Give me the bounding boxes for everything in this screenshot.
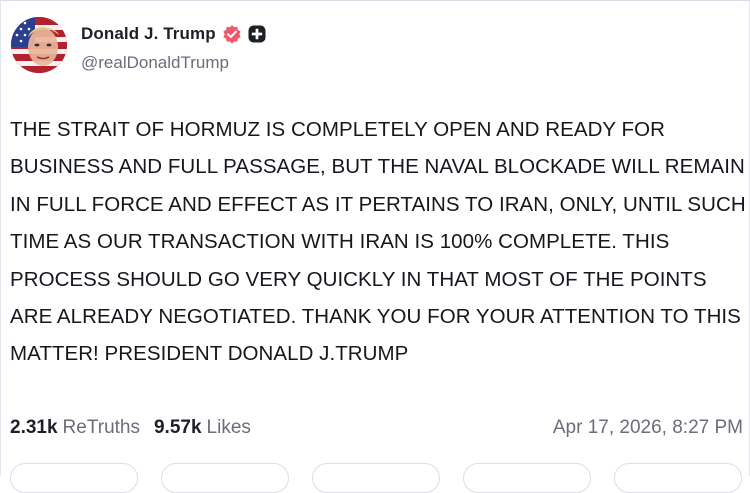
retruths-label: ReTruths bbox=[62, 417, 140, 438]
verified-badge-icon bbox=[222, 24, 242, 44]
action-bar bbox=[1, 463, 750, 493]
plus-badge-icon bbox=[248, 25, 266, 43]
avatar-image bbox=[11, 17, 67, 73]
author-name-row: Donald J. Trump bbox=[81, 21, 266, 47]
post-stats: 2.31k ReTruths 9.57k Likes bbox=[10, 417, 251, 439]
post-card: Donald J. Trump @realDonaldTrump THE STR… bbox=[0, 0, 750, 493]
likes-label: Likes bbox=[206, 417, 251, 438]
share-button[interactable] bbox=[463, 463, 591, 493]
more-button[interactable] bbox=[614, 463, 742, 493]
likes-stat[interactable]: 9.57k Likes bbox=[154, 417, 251, 439]
likes-count: 9.57k bbox=[153, 417, 202, 438]
reply-button[interactable] bbox=[10, 463, 138, 493]
like-button[interactable] bbox=[312, 463, 440, 493]
author-handle[interactable]: @realDonaldTrump bbox=[81, 53, 229, 73]
retruth-button[interactable] bbox=[161, 463, 289, 493]
retruths-stat[interactable]: 2.31k ReTruths bbox=[10, 417, 140, 439]
author-display-name[interactable]: Donald J. Trump bbox=[81, 24, 216, 44]
retruths-count: 2.31k bbox=[10, 417, 58, 438]
post-timestamp[interactable]: Apr 17, 2026, 8:27 PM bbox=[553, 417, 743, 439]
post-text: THE STRAIT OF HORMUZ IS COMPLETELY OPEN … bbox=[10, 118, 746, 366]
avatar[interactable] bbox=[11, 17, 67, 73]
